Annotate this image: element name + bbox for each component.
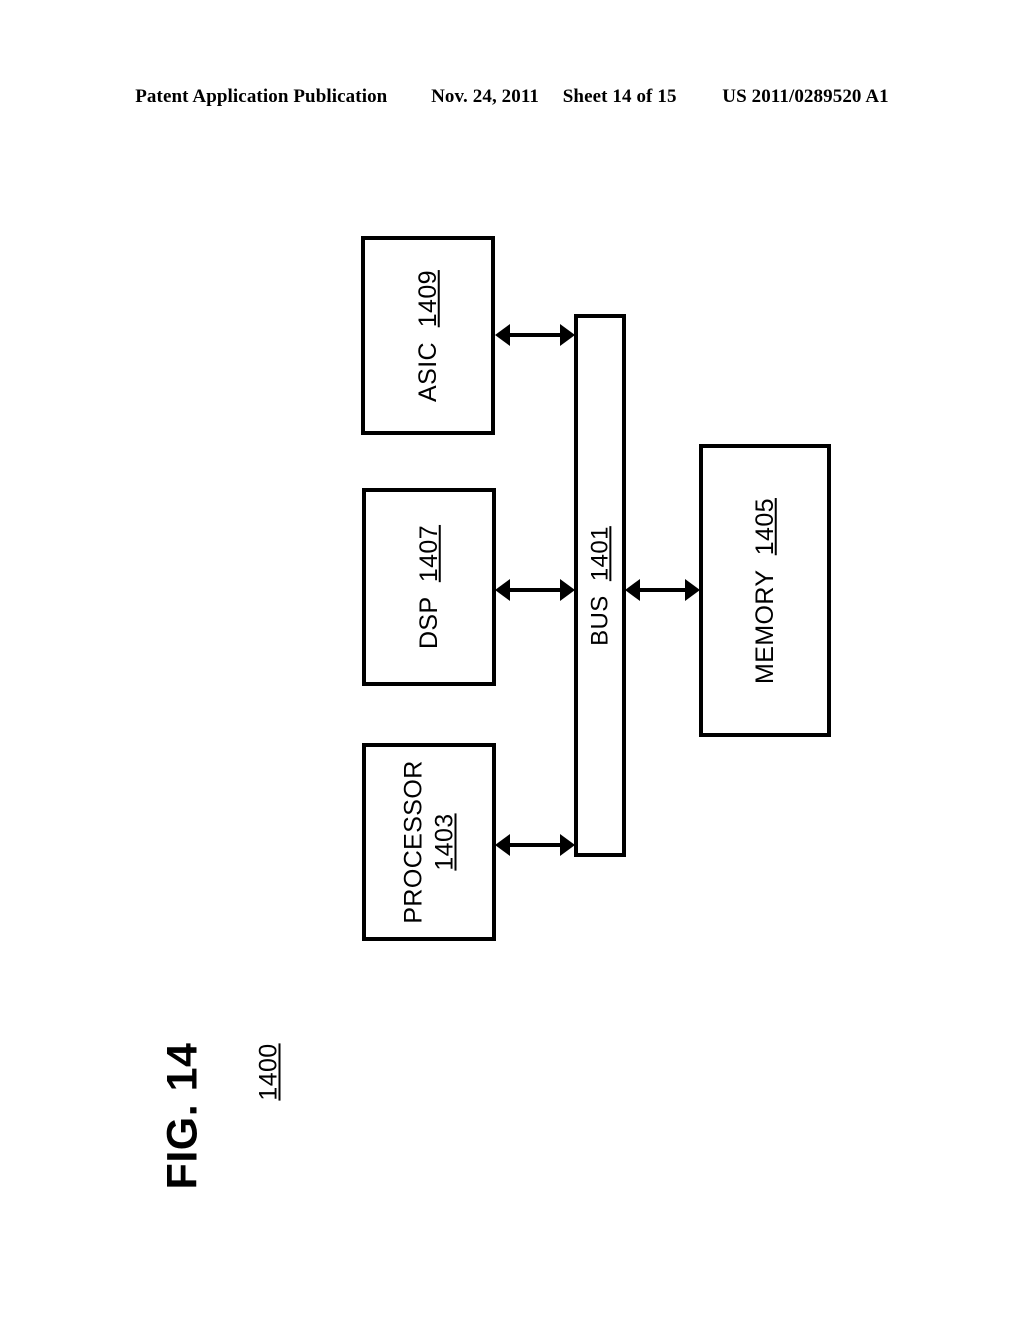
- arrowhead-right-icon: [560, 834, 575, 856]
- block-bus-ref: 1401: [586, 525, 614, 581]
- connector-asic-bus: [495, 324, 575, 346]
- block-processor-ref: 1403: [430, 813, 458, 871]
- connector-shaft: [634, 588, 691, 592]
- block-asic-name: ASIC: [413, 341, 442, 402]
- figure-reference-number: 1400: [252, 1032, 286, 1112]
- figure-label-text: FIG. 14: [158, 1042, 207, 1190]
- arrowhead-right-icon: [560, 324, 575, 346]
- block-asic-label: ASIC 1409: [413, 270, 444, 402]
- block-diagram: ASIC 1409 DSP 1407 PROCESSOR 1403 BUS 14…: [0, 0, 1024, 1320]
- block-asic: ASIC 1409: [361, 236, 495, 435]
- connector-shaft: [504, 588, 566, 592]
- connector-dsp-bus: [495, 579, 575, 601]
- block-dsp-name: DSP: [414, 596, 443, 650]
- block-processor: PROCESSOR 1403: [362, 743, 496, 941]
- block-memory-label: MEMORY 1405: [750, 498, 781, 684]
- block-asic-ref: 1409: [413, 269, 442, 327]
- connector-bus-memory: [625, 579, 700, 601]
- block-memory-ref: 1405: [750, 497, 779, 555]
- block-memory: MEMORY 1405: [699, 444, 831, 737]
- connector-processor-bus: [495, 834, 575, 856]
- block-bus-label: BUS 1401: [585, 526, 614, 646]
- block-dsp-label: DSP 1407: [414, 525, 445, 649]
- block-dsp: DSP 1407: [362, 488, 496, 686]
- connector-shaft: [504, 843, 566, 847]
- figure-label: FIG. 14: [159, 1036, 207, 1196]
- arrowhead-right-icon: [685, 579, 700, 601]
- block-memory-name: MEMORY: [750, 569, 779, 684]
- block-processor-name: PROCESSOR: [399, 760, 428, 924]
- block-bus-name: BUS: [586, 594, 614, 646]
- block-bus: BUS 1401: [574, 314, 626, 857]
- block-processor-label: PROCESSOR 1403: [399, 760, 460, 923]
- connector-shaft: [504, 333, 566, 337]
- figure-reference-number-text: 1400: [254, 1043, 283, 1101]
- arrowhead-right-icon: [560, 579, 575, 601]
- block-dsp-ref: 1407: [414, 524, 443, 583]
